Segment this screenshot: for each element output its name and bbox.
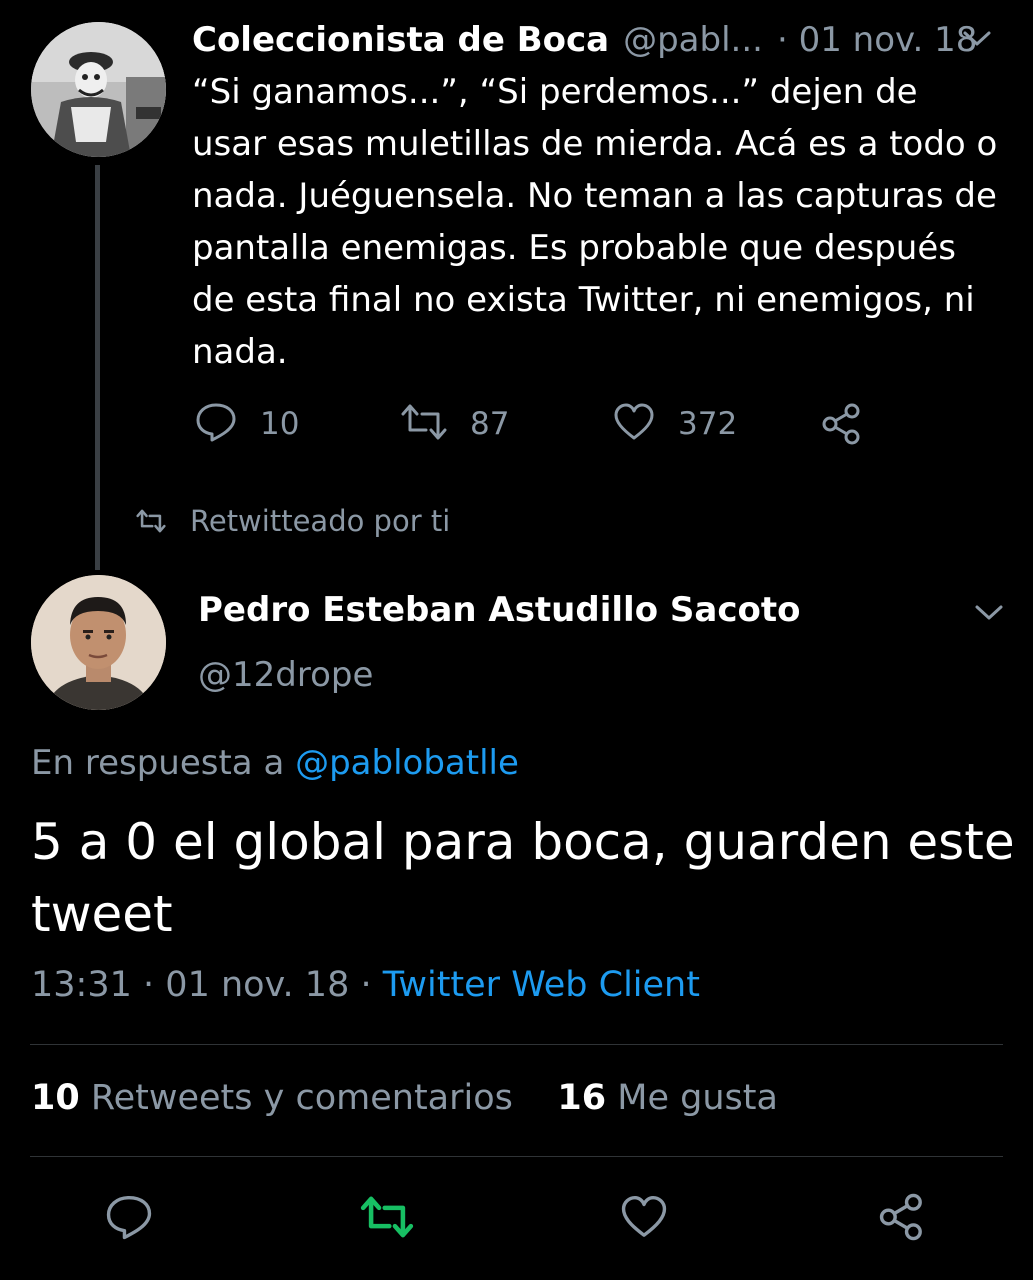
retweeted-by-label: Retwitteado por ti: [190, 504, 451, 538]
share-icon: [879, 1193, 922, 1241]
retweet-icon: [400, 400, 448, 448]
reply-button[interactable]: [104, 1192, 154, 1246]
retweet-icon: [136, 509, 166, 533]
parent-date: · 01 nov. 18: [776, 20, 978, 60]
meta-separator: ·: [143, 965, 155, 1005]
divider: [30, 1044, 1003, 1045]
share-button[interactable]: [877, 1192, 927, 1246]
parent-handle[interactable]: @pabl...: [623, 20, 763, 60]
parent-tweet-text: “Si ganamos...”, “Si perdemos...” dejen …: [192, 72, 998, 372]
parent-retweet-count: 87: [470, 406, 510, 442]
likes-count: 16: [557, 1078, 607, 1118]
reply-icon: [194, 400, 238, 448]
reply-prefix: En respuesta a: [31, 743, 285, 783]
meta-separator: ·: [360, 965, 372, 1005]
thread-connector-line: [95, 165, 100, 570]
reply-icon: [106, 1195, 152, 1240]
parent-like-button[interactable]: 372: [612, 400, 737, 448]
likes-label: Me gusta: [617, 1078, 778, 1118]
parent-retweet-button[interactable]: 87: [400, 400, 509, 448]
main-handle[interactable]: @12drope: [198, 655, 373, 695]
tweet-time: 13:31: [31, 965, 132, 1005]
retweet-button[interactable]: [358, 1192, 416, 1246]
likes-stat[interactable]: 16 Me gusta: [557, 1078, 778, 1118]
main-tweet-text: 5 a 0 el global para boca, guarden este …: [31, 813, 1015, 943]
retweet-icon: [360, 1196, 414, 1238]
retweets-stat[interactable]: 10 Retweets y comentarios: [31, 1078, 513, 1118]
parent-tweet-header: Coleccionista de Boca @pabl... · 01 nov.…: [192, 18, 1012, 62]
parent-avatar[interactable]: [31, 22, 166, 157]
share-icon: [820, 403, 864, 450]
parent-reply-button[interactable]: 10: [194, 400, 299, 448]
like-icon: [621, 1195, 667, 1237]
divider: [30, 1156, 1003, 1157]
chevron-down-icon[interactable]: [962, 28, 992, 50]
retweets-label: Retweets y comentarios: [90, 1078, 513, 1118]
parent-share-button[interactable]: [820, 402, 864, 450]
retweets-count: 10: [31, 1078, 80, 1118]
chevron-down-icon[interactable]: [974, 602, 1004, 624]
parent-reply-count: 10: [260, 406, 300, 442]
main-avatar[interactable]: [31, 575, 166, 710]
like-icon: [612, 400, 656, 448]
tweet-date: 01 nov. 18: [165, 965, 350, 1005]
tweet-stats: 10 Retweets y comentarios 16 Me gusta: [31, 1078, 778, 1118]
reply-mention-link[interactable]: @pablobatlle: [295, 743, 519, 783]
main-display-name[interactable]: Pedro Esteban Astudillo Sacoto: [198, 590, 800, 630]
client-link[interactable]: Twitter Web Client: [383, 965, 700, 1005]
parent-display-name[interactable]: Coleccionista de Boca: [192, 20, 609, 60]
reply-context: En respuesta a @pablobatlle: [31, 743, 519, 783]
like-button[interactable]: [619, 1192, 669, 1246]
retweeted-by-notice: Retwitteado por ti: [134, 504, 450, 538]
tweet-meta: 13:31 · 01 nov. 18 · Twitter Web Client: [31, 965, 700, 1005]
parent-like-count: 372: [678, 406, 738, 442]
